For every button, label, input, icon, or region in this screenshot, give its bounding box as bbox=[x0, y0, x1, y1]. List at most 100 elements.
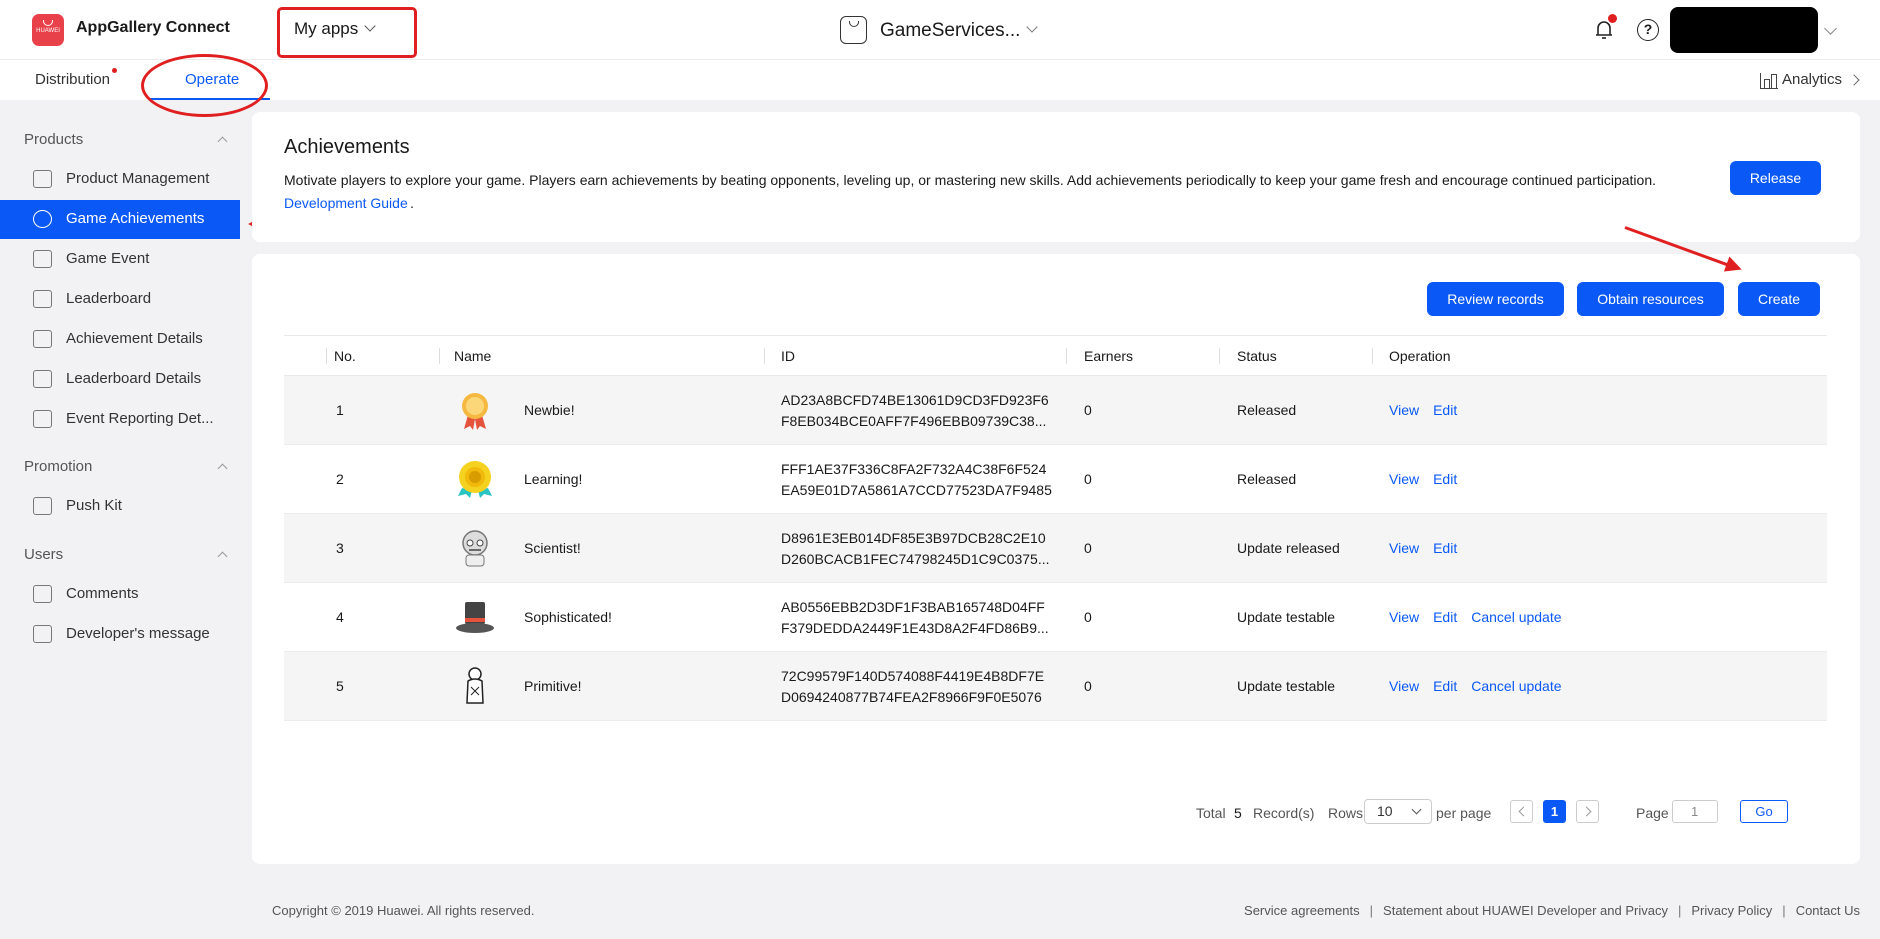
earners-count: 0 bbox=[1084, 609, 1092, 625]
status-text: Update released bbox=[1237, 540, 1340, 556]
page-description: Motivate players to explore your game. P… bbox=[284, 172, 1656, 188]
go-button[interactable]: Go bbox=[1740, 800, 1788, 823]
sidebar-item-label: Event Reporting Det... bbox=[66, 410, 214, 427]
table-row: 1 Newbie! AD23A8BCFD74BE13061D9CD3FD923F… bbox=[284, 376, 1827, 445]
development-guide-link[interactable]: Development Guide bbox=[284, 195, 408, 211]
chevron-up-icon[interactable] bbox=[217, 136, 228, 147]
previous-page-button[interactable] bbox=[1510, 800, 1533, 823]
column-header-earners: Earners bbox=[1084, 348, 1134, 364]
achievement-name: Primitive! bbox=[524, 678, 582, 694]
records-label: Record(s) bbox=[1253, 805, 1315, 821]
sidebar-item-leaderboard[interactable]: Leaderboard bbox=[0, 280, 240, 319]
achievements-intro-card: Achievements Motivate players to explore… bbox=[252, 112, 1860, 242]
view-link[interactable]: View bbox=[1389, 402, 1419, 418]
rows-label: Rows bbox=[1328, 805, 1364, 821]
create-button[interactable]: Create bbox=[1738, 282, 1820, 316]
table-row: 5 Primitive! 72C99579F140D574088F4419E4B… bbox=[284, 652, 1827, 721]
row-number: 4 bbox=[336, 609, 344, 625]
sidebar-item-developer-message[interactable]: Developer's message bbox=[0, 615, 240, 654]
next-page-button[interactable] bbox=[1576, 800, 1599, 823]
top-hat-icon bbox=[456, 602, 494, 633]
guide-suffix: . bbox=[410, 195, 414, 211]
achievement-id: FFF1AE37F336C8FA2F732A4C38F6F524 EA59E01D… bbox=[781, 459, 1052, 501]
page-number-input[interactable] bbox=[1672, 800, 1718, 823]
sidebar-item-game-achievements[interactable]: Game Achievements bbox=[0, 200, 240, 239]
id-line: EA59E01D7A5861A7CCD77523DA7F9485 bbox=[781, 482, 1052, 498]
account-avatar[interactable] bbox=[1670, 7, 1818, 53]
analytics-link[interactable]: Analytics bbox=[1782, 71, 1842, 88]
sidebar-item-label: Game Event bbox=[66, 250, 150, 267]
id-line: F8EB034BCE0AFF7F496EBB09739C38... bbox=[781, 413, 1047, 429]
view-link[interactable]: View bbox=[1389, 609, 1419, 625]
huawei-logo[interactable]: HUAWEI bbox=[32, 14, 64, 46]
chevron-down-icon bbox=[1411, 804, 1422, 815]
caveman-icon bbox=[466, 667, 484, 704]
chevron-down-icon[interactable] bbox=[1824, 22, 1837, 35]
id-line: 72C99579F140D574088F4419E4B8DF7E bbox=[781, 668, 1045, 684]
logo-text: HUAWEI bbox=[36, 28, 60, 34]
sidebar-heading-products[interactable]: Products bbox=[24, 131, 83, 148]
id-line: AB0556EBB2D3DF1F3BAB165748D04FF bbox=[781, 599, 1045, 615]
achievement-id: AD23A8BCFD74BE13061D9CD3FD923F6 F8EB034BC… bbox=[781, 390, 1049, 432]
obtain-resources-button[interactable]: Obtain resources bbox=[1577, 282, 1724, 316]
edit-link[interactable]: Edit bbox=[1433, 540, 1457, 556]
bag-icon bbox=[33, 170, 52, 188]
sidebar-item-game-event[interactable]: Game Event bbox=[0, 240, 240, 279]
pagination: Total 5 Record(s) Rows 10 per page 1 Pag… bbox=[252, 799, 1860, 829]
chevron-up-icon[interactable] bbox=[217, 463, 228, 474]
sidebar-item-achievement-details[interactable]: Achievement Details bbox=[0, 320, 240, 359]
id-line: D8961E3EB014DF85E3B97DCB28C2E10 bbox=[781, 530, 1046, 546]
cancel-update-link[interactable]: Cancel update bbox=[1471, 609, 1561, 625]
view-link[interactable]: View bbox=[1389, 678, 1419, 694]
current-page-button[interactable]: 1 bbox=[1543, 800, 1566, 823]
chevron-up-icon[interactable] bbox=[217, 551, 228, 562]
view-link[interactable]: View bbox=[1389, 540, 1419, 556]
tab-distribution[interactable]: Distribution bbox=[35, 68, 118, 88]
notification-dot bbox=[112, 68, 118, 73]
sidebar-item-event-reporting[interactable]: Event Reporting Det... bbox=[0, 400, 240, 439]
earners-count: 0 bbox=[1084, 678, 1092, 694]
total-count: 5 bbox=[1234, 805, 1242, 821]
brand-title[interactable]: AppGallery Connect bbox=[76, 19, 230, 37]
operation-links: View Edit bbox=[1389, 540, 1471, 556]
sidebar-heading-users[interactable]: Users bbox=[24, 546, 63, 563]
rows-per-page-value: 10 bbox=[1377, 803, 1393, 819]
sidebar-item-comments[interactable]: Comments bbox=[0, 575, 240, 614]
earners-count: 0 bbox=[1084, 402, 1092, 418]
contact-us-link[interactable]: Contact Us bbox=[1796, 903, 1860, 918]
column-header-no: No. bbox=[334, 348, 356, 364]
privacy-policy-link[interactable]: Privacy Policy bbox=[1691, 903, 1772, 918]
edit-link[interactable]: Edit bbox=[1433, 609, 1457, 625]
total-label: Total bbox=[1196, 805, 1226, 821]
copyright-text: Copyright © 2019 Huawei. All rights rese… bbox=[272, 903, 535, 918]
row-number: 1 bbox=[336, 402, 344, 418]
sidebar-item-label: Push Kit bbox=[66, 497, 122, 514]
column-header-operation: Operation bbox=[1389, 348, 1451, 364]
review-records-button[interactable]: Review records bbox=[1427, 282, 1564, 316]
edit-link[interactable]: Edit bbox=[1433, 402, 1457, 418]
service-agreements-link[interactable]: Service agreements bbox=[1244, 903, 1360, 918]
cancel-update-link[interactable]: Cancel update bbox=[1471, 678, 1561, 694]
view-link[interactable]: View bbox=[1389, 471, 1419, 487]
sidebar-heading-promotion[interactable]: Promotion bbox=[24, 458, 92, 475]
help-icon[interactable]: ? bbox=[1637, 19, 1659, 41]
sidebar-item-push-kit[interactable]: Push Kit bbox=[0, 487, 240, 526]
edit-link[interactable]: Edit bbox=[1433, 678, 1457, 694]
leaderboard-icon bbox=[33, 290, 52, 308]
annotation-box bbox=[277, 7, 417, 58]
row-number: 3 bbox=[336, 540, 344, 556]
app-name: GameServices... bbox=[880, 20, 1021, 41]
achievement-details-icon bbox=[33, 330, 52, 348]
sidebar: Products Product Management Game Achieve… bbox=[0, 100, 240, 939]
sidebar-item-leaderboard-details[interactable]: Leaderboard Details bbox=[0, 360, 240, 399]
sidebar-item-product-management[interactable]: Product Management bbox=[0, 160, 240, 199]
rows-per-page-select[interactable]: 10 bbox=[1364, 799, 1432, 824]
privacy-statement-link[interactable]: Statement about HUAWEI Developer and Pri… bbox=[1383, 903, 1668, 918]
rocket-icon bbox=[33, 497, 52, 515]
sunflower-badge-icon bbox=[458, 461, 492, 498]
operation-links: View Edit bbox=[1389, 471, 1471, 487]
release-button[interactable]: Release bbox=[1730, 161, 1821, 195]
edit-link[interactable]: Edit bbox=[1433, 471, 1457, 487]
row-number: 5 bbox=[336, 678, 344, 694]
column-divider bbox=[1372, 348, 1373, 364]
